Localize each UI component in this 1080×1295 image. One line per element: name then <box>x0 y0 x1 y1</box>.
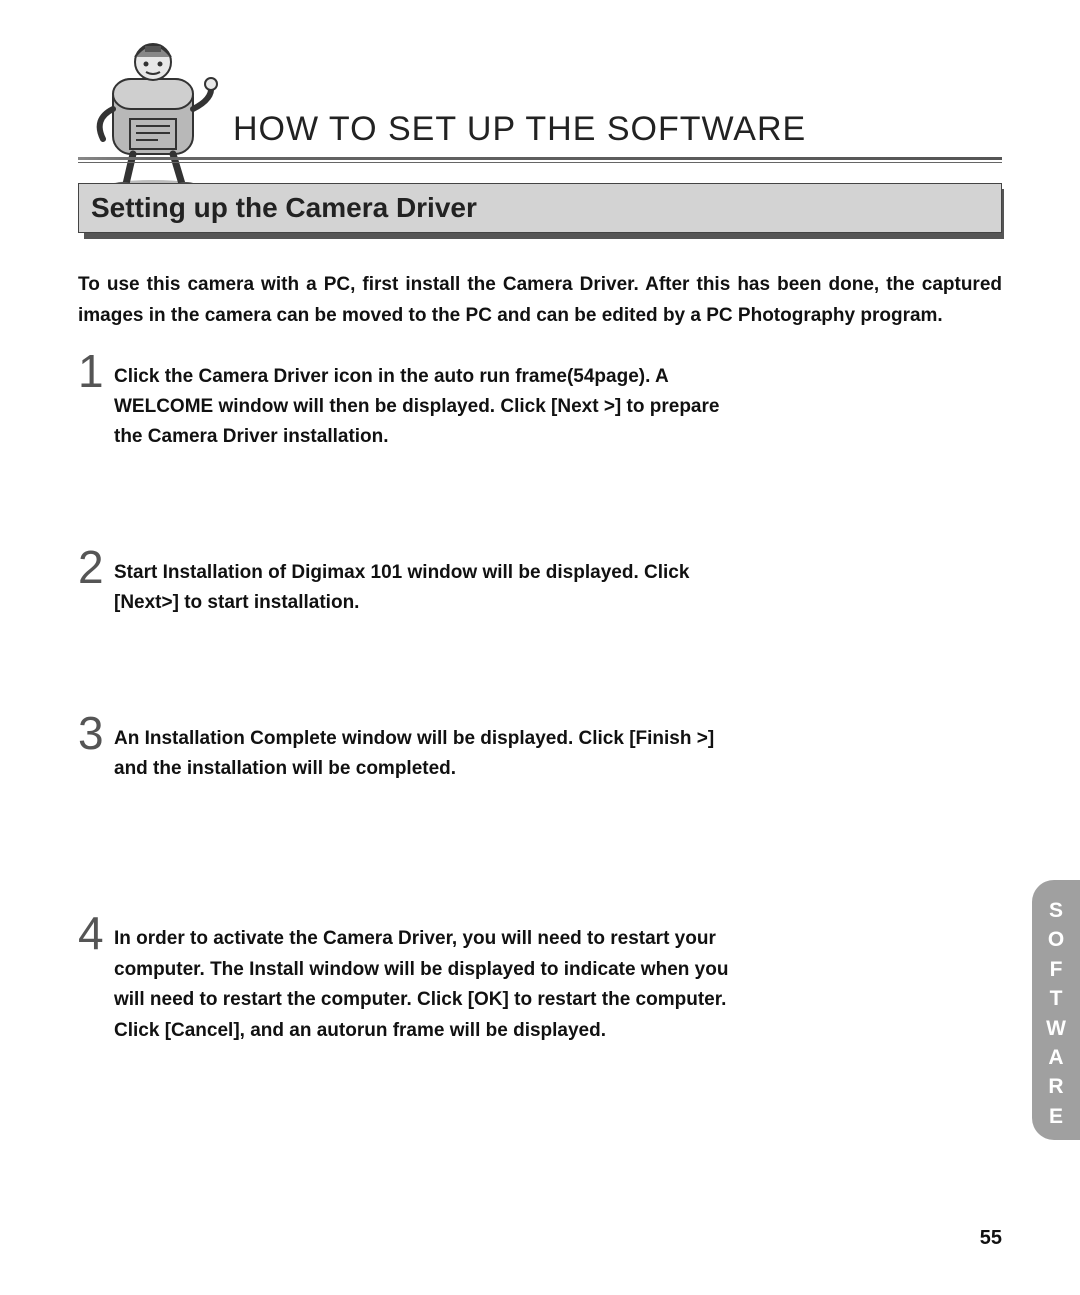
side-tab-letter: W <box>1032 1014 1080 1043</box>
side-tab-letter: R <box>1032 1072 1080 1101</box>
steps-list: 1 Click the Camera Driver icon in the au… <box>78 362 1002 1046</box>
step-number: 1 <box>78 348 104 394</box>
intro-text: To use this camera with a PC, first inst… <box>78 269 1002 332</box>
step-text: In order to activate the Camera Driver, … <box>114 924 734 1046</box>
step-item: 2 Start Installation of Digimax 101 wind… <box>78 558 1002 619</box>
step-item: 4 In order to activate the Camera Driver… <box>78 924 1002 1046</box>
section-heading: Setting up the Camera Driver <box>78 183 1002 233</box>
side-tab-letter: A <box>1032 1043 1080 1072</box>
manual-page: HOW TO SET UP THE SOFTWARE Setting up th… <box>0 0 1080 1295</box>
step-number: 2 <box>78 544 104 590</box>
side-tab-letter: T <box>1032 984 1080 1013</box>
step-number: 3 <box>78 710 104 756</box>
page-header: HOW TO SET UP THE SOFTWARE <box>78 110 1002 165</box>
step-item: 3 An Installation Complete window will b… <box>78 724 1002 785</box>
side-tab-letter: O <box>1032 925 1080 954</box>
page-title: HOW TO SET UP THE SOFTWARE <box>233 110 1002 149</box>
step-text: Start Installation of Digimax 101 window… <box>114 558 734 619</box>
page-number: 55 <box>0 1227 1002 1250</box>
section-heading-container: Setting up the Camera Driver <box>78 183 1002 233</box>
step-text: Click the Camera Driver icon in the auto… <box>114 362 734 453</box>
step-number: 4 <box>78 910 104 956</box>
step-text: An Installation Complete window will be … <box>114 724 734 785</box>
step-item: 1 Click the Camera Driver icon in the au… <box>78 362 1002 453</box>
side-tab-letter: S <box>1032 896 1080 925</box>
header-divider <box>78 157 1002 165</box>
side-tab-letter: F <box>1032 955 1080 984</box>
side-tab-letter: E <box>1032 1102 1080 1131</box>
side-tab-software: S O F T W A R E <box>1032 880 1080 1140</box>
